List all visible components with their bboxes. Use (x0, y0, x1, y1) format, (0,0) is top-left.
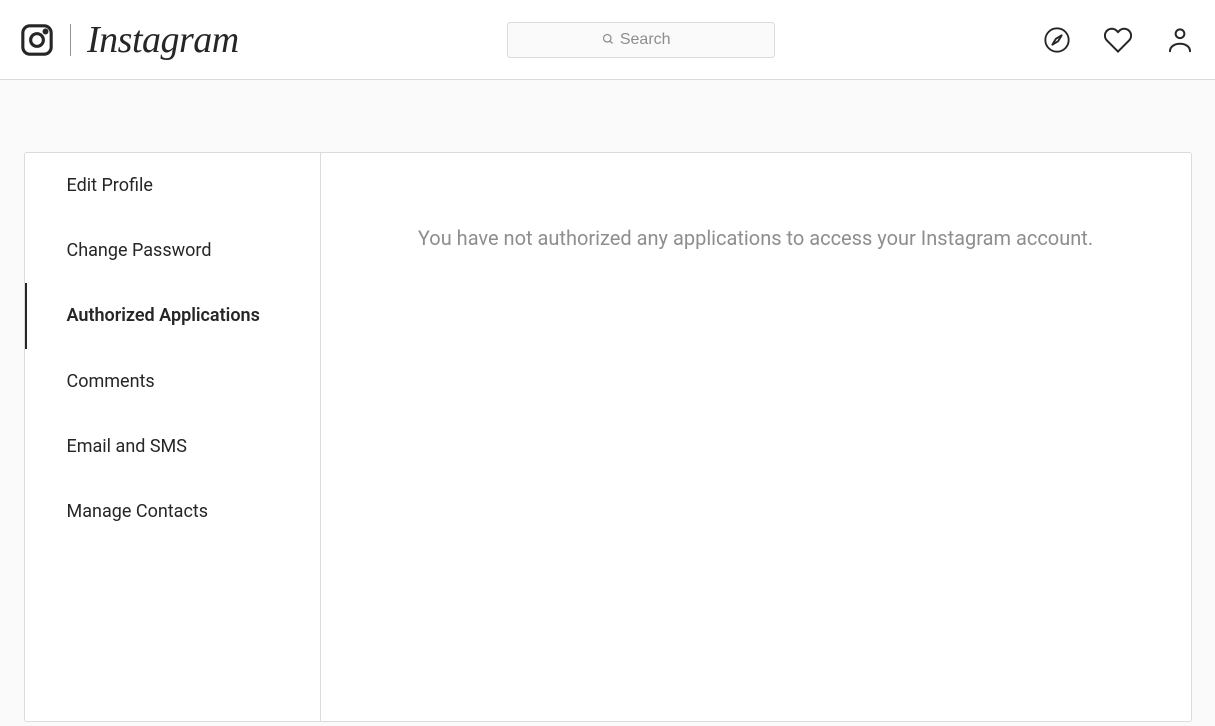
sidebar-item-change-password[interactable]: Change Password (25, 218, 320, 283)
explore-icon[interactable] (1043, 26, 1071, 54)
sidebar-item-label: Email and SMS (67, 436, 187, 457)
search-icon (602, 30, 614, 49)
settings-panel: Edit Profile Change Password Authorized … (24, 152, 1192, 722)
wordmark: Instagram (87, 18, 239, 62)
sidebar-item-comments[interactable]: Comments (25, 349, 320, 414)
sidebar-item-email-and-sms[interactable]: Email and SMS (25, 414, 320, 479)
sidebar-item-manage-contacts[interactable]: Manage Contacts (25, 479, 320, 544)
main-content: You have not authorized any applications… (321, 153, 1191, 721)
logo-group[interactable]: Instagram (20, 18, 239, 62)
sidebar-item-label: Comments (67, 371, 155, 392)
sidebar-item-authorized-applications[interactable]: Authorized Applications (25, 283, 320, 348)
sidebar-item-label: Change Password (67, 240, 212, 261)
logo-divider (70, 24, 71, 56)
top-header: Instagram (0, 0, 1215, 80)
sidebar-item-label: Manage Contacts (67, 501, 209, 522)
search-box[interactable] (507, 22, 775, 58)
profile-icon[interactable] (1165, 25, 1195, 55)
heart-icon[interactable] (1103, 25, 1133, 55)
empty-state-message: You have not authorized any applications… (381, 223, 1131, 253)
nav-icons (1043, 25, 1195, 55)
sidebar-item-label: Edit Profile (67, 175, 153, 196)
sidebar-item-label: Authorized Applications (67, 305, 260, 326)
sidebar-item-edit-profile[interactable]: Edit Profile (25, 153, 320, 218)
settings-sidebar: Edit Profile Change Password Authorized … (25, 153, 321, 721)
camera-icon (20, 23, 54, 57)
search-input[interactable] (620, 31, 680, 49)
